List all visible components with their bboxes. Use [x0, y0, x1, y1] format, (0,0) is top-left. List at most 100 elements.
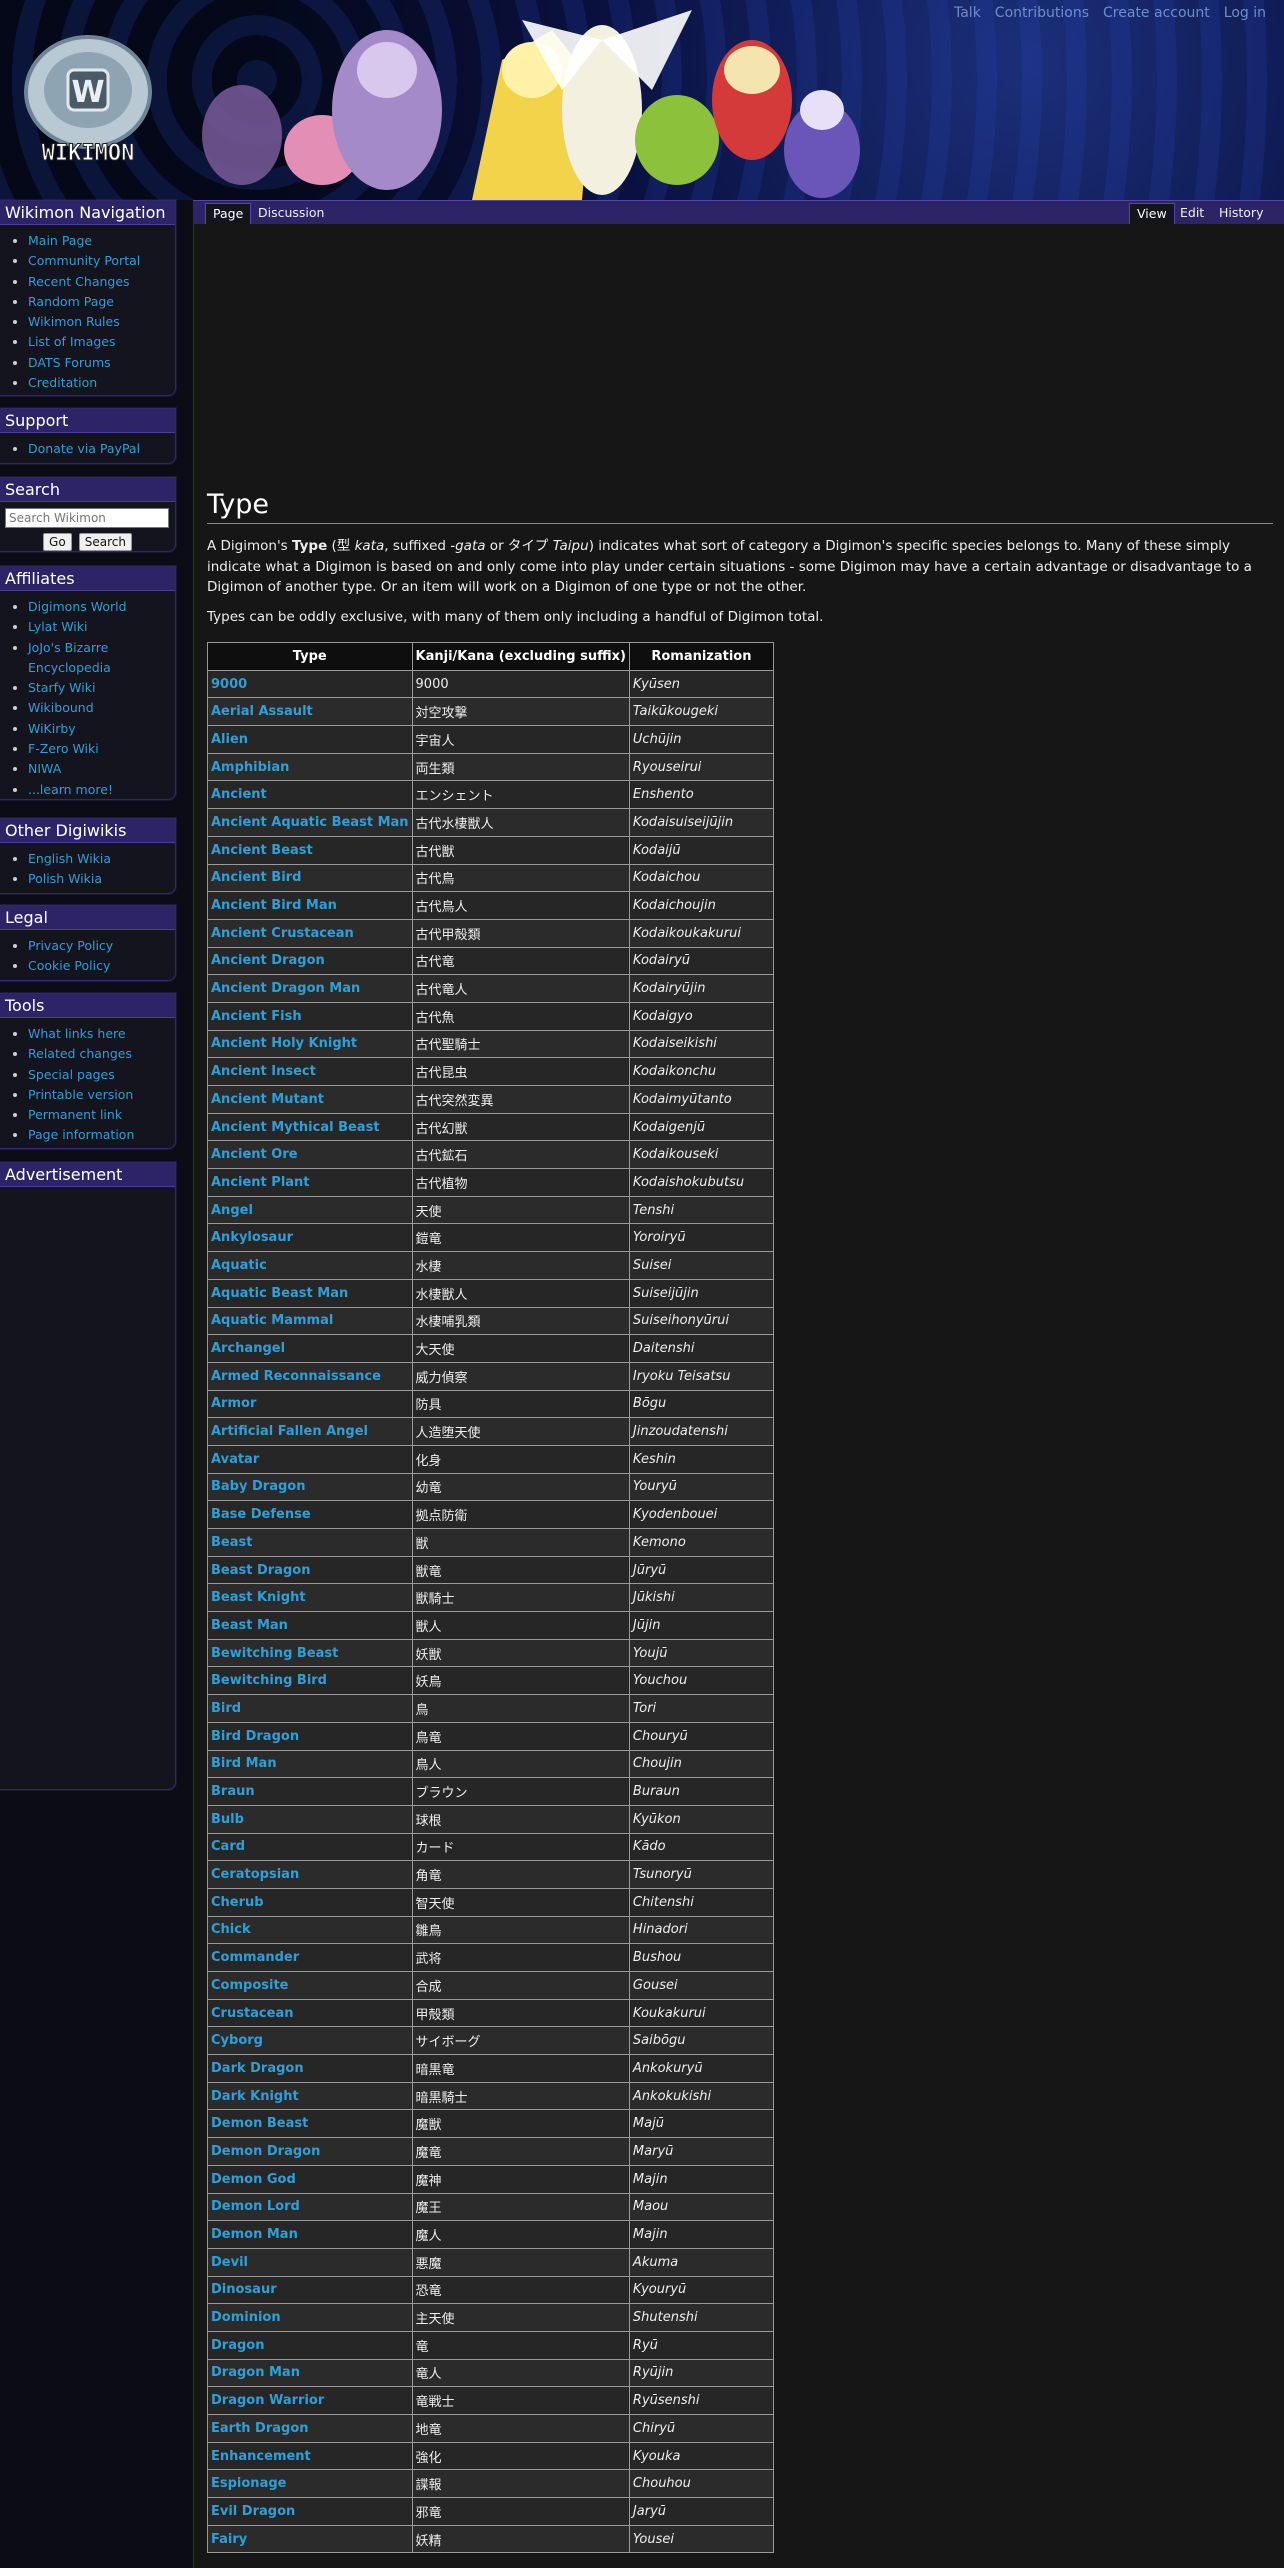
nav-wikimon-rules[interactable]: Wikimon Rules [28, 314, 120, 329]
type-link[interactable]: Bird [211, 1701, 241, 1716]
type-link[interactable]: Ancient Aquatic Beast Man [211, 815, 409, 830]
type-link[interactable]: Artificial Fallen Angel [211, 1424, 368, 1439]
type-link[interactable]: Angel [211, 1203, 253, 1218]
type-link[interactable]: Card [211, 1839, 245, 1854]
type-link[interactable]: Ancient Dragon [211, 953, 325, 968]
type-link[interactable]: Ancient Ore [211, 1147, 298, 1162]
affiliate-lylat-wiki[interactable]: Lylat Wiki [28, 619, 88, 634]
type-link[interactable]: Bulb [211, 1812, 244, 1827]
type-link[interactable]: Armor [211, 1396, 256, 1411]
affiliate-wikibound[interactable]: Wikibound [28, 700, 94, 715]
affiliate-starfy-wiki[interactable]: Starfy Wiki [28, 680, 95, 695]
create-account-link[interactable]: Create account [1103, 5, 1210, 21]
type-link[interactable]: Ancient [211, 787, 267, 802]
type-link[interactable]: Ancient Dragon Man [211, 981, 360, 996]
type-link[interactable]: Ceratopsian [211, 1867, 299, 1882]
type-link[interactable]: Dragon [211, 2338, 264, 2353]
type-link[interactable]: 9000 [211, 677, 247, 692]
polish-wikia-link[interactable]: Polish Wikia [28, 871, 102, 886]
login-link[interactable]: Log in [1224, 5, 1266, 21]
tool-what-links-here[interactable]: What links here [28, 1026, 126, 1041]
type-link[interactable]: Bird Dragon [211, 1729, 299, 1744]
type-link[interactable]: Cyborg [211, 2033, 263, 2048]
nav-recent-changes[interactable]: Recent Changes [28, 274, 130, 289]
search-input[interactable] [5, 508, 169, 528]
type-link[interactable]: Espionage [211, 2476, 286, 2491]
type-link[interactable]: Dinosaur [211, 2282, 277, 2297]
type-link[interactable]: Demon Dragon [211, 2144, 320, 2159]
type-link[interactable]: Evil Dragon [211, 2504, 295, 2519]
type-link[interactable]: Demon God [211, 2172, 296, 2187]
type-link[interactable]: Bewitching Beast [211, 1646, 338, 1661]
search-button[interactable]: Search [78, 533, 132, 551]
affiliate-jojo[interactable]: JoJo's Bizarre Encyclopedia [28, 640, 111, 675]
type-link[interactable]: Cherub [211, 1895, 264, 1910]
tool-permanent-link[interactable]: Permanent link [28, 1107, 122, 1122]
affiliate-niwa[interactable]: NIWA [28, 761, 61, 776]
type-link[interactable]: Armed Reconnaissance [211, 1369, 381, 1384]
type-link[interactable]: Aerial Assault [211, 704, 313, 719]
type-link[interactable]: Demon Lord [211, 2199, 300, 2214]
type-link[interactable]: Ancient Fish [211, 1009, 302, 1024]
type-link[interactable]: Dragon Man [211, 2365, 300, 2380]
wikimon-logo[interactable]: W WIKIMON [18, 32, 163, 167]
type-link[interactable]: Ancient Mythical Beast [211, 1120, 380, 1135]
tab-edit[interactable]: Edit [1173, 203, 1211, 223]
tab-view[interactable]: View [1129, 203, 1175, 225]
type-link[interactable]: Alien [211, 732, 248, 747]
type-link[interactable]: Demon Beast [211, 2116, 308, 2131]
type-link[interactable]: Enhancement [211, 2449, 311, 2464]
tab-page[interactable]: Page [205, 203, 252, 225]
nav-creditation[interactable]: Creditation [28, 375, 97, 390]
privacy-policy-link[interactable]: Privacy Policy [28, 938, 113, 953]
type-link[interactable]: Dark Knight [211, 2089, 299, 2104]
type-link[interactable]: Ancient Crustacean [211, 926, 354, 941]
nav-random-page[interactable]: Random Page [28, 294, 114, 309]
type-link[interactable]: Ancient Bird [211, 870, 301, 885]
tool-related-changes[interactable]: Related changes [28, 1046, 132, 1061]
tab-history[interactable]: History [1212, 203, 1270, 223]
go-button[interactable]: Go [43, 533, 72, 551]
nav-dats-forums[interactable]: DATS Forums [28, 355, 111, 370]
type-link[interactable]: Chick [211, 1922, 251, 1937]
type-link[interactable]: Bird Man [211, 1756, 277, 1771]
type-link[interactable]: Dragon Warrior [211, 2393, 324, 2408]
tool-printable-version[interactable]: Printable version [28, 1087, 133, 1102]
affiliate-fzero-wiki[interactable]: F-Zero Wiki [28, 741, 99, 756]
type-link[interactable]: Beast Man [211, 1618, 288, 1633]
type-link[interactable]: Devil [211, 2255, 248, 2270]
type-link[interactable]: Crustacean [211, 2006, 293, 2021]
type-link[interactable]: Aquatic Beast Man [211, 1286, 348, 1301]
nav-community-portal[interactable]: Community Portal [28, 253, 140, 268]
nav-main-page[interactable]: Main Page [28, 233, 92, 248]
contributions-link[interactable]: Contributions [995, 5, 1089, 21]
type-link[interactable]: Ancient Beast [211, 843, 313, 858]
affiliate-digimons-world[interactable]: Digimons World [28, 599, 127, 614]
type-link[interactable]: Demon Man [211, 2227, 298, 2242]
type-link[interactable]: Ancient Bird Man [211, 898, 337, 913]
type-link[interactable]: Aquatic [211, 1258, 267, 1273]
type-link[interactable]: Ancient Holy Knight [211, 1036, 357, 1051]
type-link[interactable]: Base Defense [211, 1507, 311, 1522]
type-link[interactable]: Archangel [211, 1341, 285, 1356]
type-link[interactable]: Amphibian [211, 760, 289, 775]
type-link[interactable]: Baby Dragon [211, 1479, 305, 1494]
type-link[interactable]: Braun [211, 1784, 255, 1799]
type-link[interactable]: Avatar [211, 1452, 259, 1467]
nav-list-of-images[interactable]: List of Images [28, 334, 116, 349]
type-link[interactable]: Dominion [211, 2310, 281, 2325]
type-link[interactable]: Dark Dragon [211, 2061, 304, 2076]
type-link[interactable]: Ancient Plant [211, 1175, 310, 1190]
type-link[interactable]: Ancient Mutant [211, 1092, 324, 1107]
affiliate-learn-more[interactable]: ...learn more! [28, 782, 113, 797]
tool-page-information[interactable]: Page information [28, 1127, 134, 1142]
type-link[interactable]: Beast Knight [211, 1590, 306, 1605]
type-link[interactable]: Bewitching Bird [211, 1673, 327, 1688]
tab-discussion[interactable]: Discussion [251, 203, 331, 223]
type-link[interactable]: Aquatic Mammal [211, 1313, 333, 1328]
type-link[interactable]: Composite [211, 1978, 288, 1993]
tool-special-pages[interactable]: Special pages [28, 1067, 115, 1082]
type-link[interactable]: Beast Dragon [211, 1563, 310, 1578]
type-link[interactable]: Fairy [211, 2532, 247, 2547]
cookie-policy-link[interactable]: Cookie Policy [28, 958, 110, 973]
